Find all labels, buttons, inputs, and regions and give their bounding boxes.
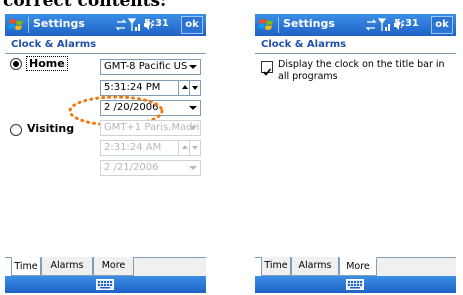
- window-title: Settings: [283, 17, 335, 30]
- tab-alarms[interactable]: Alarms: [291, 257, 339, 276]
- ok-button[interactable]: ok: [181, 16, 203, 34]
- home-time-field[interactable]: 5:31:24 PM: [100, 80, 201, 96]
- tab-time[interactable]: Time: [261, 257, 291, 276]
- time-tab-screen: Settings 5:31 ok Clock & Alarms Home GMT…: [5, 14, 206, 293]
- home-radio[interactable]: [10, 58, 22, 70]
- home-label[interactable]: Home: [26, 56, 68, 71]
- time-spinner[interactable]: [178, 81, 200, 95]
- keyboard-icon[interactable]: [346, 279, 364, 290]
- visiting-date-value: 2 /21/2006: [104, 162, 159, 173]
- tab-time[interactable]: Time: [11, 257, 41, 276]
- menu-bar: [5, 276, 206, 293]
- clock[interactable]: 5:31: [144, 18, 169, 29]
- ok-button[interactable]: ok: [431, 16, 453, 34]
- windows-flag-icon[interactable]: [8, 16, 25, 33]
- visiting-timezone-select[interactable]: GMT+1 Paris,Madrid: [100, 120, 201, 136]
- clock-titlebar-label[interactable]: Display the clock on the title bar in al…: [278, 59, 448, 83]
- visiting-radio[interactable]: [10, 124, 22, 136]
- clock-titlebar-checkbox[interactable]: [261, 61, 273, 76]
- visiting-label[interactable]: Visiting: [27, 122, 74, 135]
- chevron-down-icon: [189, 166, 197, 170]
- windows-flag-icon[interactable]: [258, 16, 275, 33]
- sync-arrows-icon[interactable]: [115, 19, 127, 31]
- spinner-divider: [189, 81, 190, 95]
- tab-more[interactable]: More: [93, 257, 134, 276]
- spinner-divider: [189, 141, 190, 155]
- page-heading: Clock & Alarms: [11, 39, 97, 50]
- tab-bar: Time Alarms More: [255, 257, 456, 276]
- menu-bar: [255, 276, 456, 293]
- page-fragment-text: correct contents:: [3, 0, 167, 11]
- title-bar: Settings 5:31 ok: [255, 14, 456, 36]
- more-tab-screen: Settings 5:31 ok Clock & Alarms Display …: [255, 14, 456, 293]
- title-separator: [278, 17, 279, 33]
- home-timezone-value: GMT-8 Pacific US: [104, 61, 188, 72]
- sync-arrows-icon[interactable]: [365, 19, 377, 31]
- visiting-time-field[interactable]: 2:31:24 AM: [100, 140, 201, 156]
- spin-down-icon[interactable]: [192, 146, 198, 150]
- visiting-time-value: 2:31:24 AM: [104, 142, 162, 153]
- heading-divider: [255, 53, 456, 54]
- visiting-date-picker[interactable]: 2 /21/2006: [100, 160, 201, 176]
- spin-up-icon[interactable]: [182, 145, 188, 149]
- page-heading: Clock & Alarms: [261, 39, 347, 50]
- title-bar: Settings 5:31 ok: [5, 14, 206, 36]
- keyboard-icon[interactable]: [96, 279, 114, 290]
- page-fragment: correct contents:: [0, 0, 463, 14]
- home-date-value: 2 /20/2006: [104, 102, 159, 113]
- window-title: Settings: [33, 17, 85, 30]
- home-timezone-select[interactable]: GMT-8 Pacific US: [100, 59, 201, 75]
- title-separator: [28, 17, 29, 33]
- tab-more[interactable]: More: [339, 257, 377, 276]
- spin-down-icon[interactable]: [192, 86, 198, 90]
- spin-up-icon[interactable]: [182, 85, 188, 89]
- home-time-value: 5:31:24 PM: [104, 82, 161, 93]
- tab-bar: Time Alarms More: [5, 257, 206, 276]
- chevron-down-icon: [189, 65, 197, 69]
- tab-bar-filler: [377, 258, 456, 276]
- chevron-down-icon: [189, 126, 197, 130]
- tab-bar-filler: [134, 258, 206, 276]
- checkmark-icon: [262, 68, 272, 76]
- clock[interactable]: 5:31: [394, 18, 419, 29]
- heading-divider: [5, 53, 206, 54]
- time-spinner[interactable]: [178, 141, 200, 155]
- signal-strength-icon[interactable]: [127, 18, 140, 31]
- visiting-timezone-value: GMT+1 Paris,Madrid: [104, 122, 201, 133]
- tab-alarms[interactable]: Alarms: [41, 257, 93, 276]
- chevron-down-icon: [189, 106, 197, 110]
- home-date-picker[interactable]: 2 /20/2006: [100, 100, 201, 116]
- signal-strength-icon[interactable]: [377, 18, 390, 31]
